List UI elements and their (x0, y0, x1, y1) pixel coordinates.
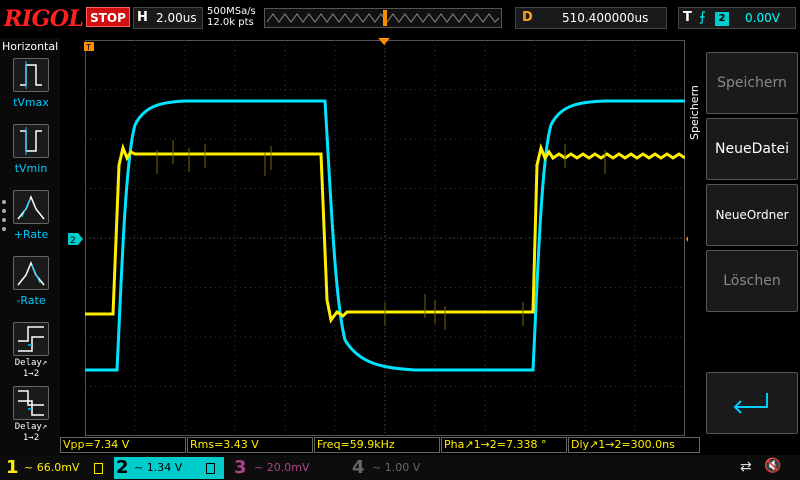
view-position-marker (383, 10, 387, 26)
channel-3-status[interactable]: 3 ~ 20.0mV (232, 457, 342, 479)
minus-rate-icon (13, 256, 49, 290)
delay-fall-icon (13, 386, 49, 420)
delay-fall-label: Delay↗ 1→2 (14, 422, 48, 443)
horizontal-label: H (137, 10, 148, 25)
waveform-grid (85, 40, 686, 436)
measurement-freq[interactable]: Freq=59.9kHz (314, 437, 440, 453)
memory-depth: 12.0k pts (207, 17, 254, 28)
enter-button[interactable] (706, 372, 798, 434)
plus-rate-label: +Rate (13, 228, 49, 241)
waveform-display[interactable] (85, 40, 686, 436)
channel-3-number: 3 (234, 457, 247, 478)
svg-text:T: T (85, 43, 91, 52)
enter-return-icon (733, 393, 768, 414)
measure-tvmax-button[interactable]: tVmax (3, 56, 59, 116)
memory-wave-preview (266, 10, 500, 26)
svg-text:2: 2 (70, 236, 76, 245)
speaker-muted-icon[interactable]: 🔇 (764, 458, 781, 474)
channel-2-number: 2 (116, 457, 129, 478)
memory-overview (264, 8, 502, 28)
measure-delay-rise-button[interactable]: Delay↗ 1→2 (3, 320, 59, 380)
trigger-position-marker (378, 38, 390, 45)
trigger-source: 2 (715, 12, 729, 26)
speichern-button[interactable]: Speichern (706, 52, 798, 114)
measure-plus-rate-button[interactable]: +Rate (3, 188, 59, 248)
run-stop-indicator[interactable]: STOP (86, 7, 130, 27)
trigger-level: 0.00V (745, 11, 780, 25)
usb-icon: ⇄ (740, 459, 752, 475)
timebase-value: 2.00us (156, 11, 197, 25)
panel-title: Horizontal (2, 40, 59, 53)
measurement-phase[interactable]: Pha↗1→2=7.338 ° (441, 437, 567, 453)
channel-1-number: 1 (6, 457, 19, 478)
channel-1-trace (85, 143, 686, 324)
delay-value: 510.400000us (562, 11, 649, 25)
loeschen-button[interactable]: Löschen (706, 250, 798, 312)
tvmax-label: tVmax (13, 96, 49, 109)
measure-tvmin-button[interactable]: tVmin (3, 122, 59, 182)
bandwidth-limit-icon (94, 463, 103, 474)
ch2-reference-marker: 2 (68, 233, 83, 245)
menu-title: Speichern (688, 85, 701, 141)
channel-2-status[interactable]: 2 ~ 1.34 V (114, 457, 224, 479)
channel-4-status[interactable]: 4 ~ 1.00 V (350, 457, 460, 479)
rigol-logo: RIGOL (4, 6, 84, 32)
channel-1-scale: ~ 66.0mV (24, 461, 80, 474)
measurement-rms[interactable]: Rms=3.43 V (187, 437, 313, 453)
measure-delay-fall-button[interactable]: Delay↗ 1→2 (3, 384, 59, 444)
delay-label: D (522, 10, 533, 25)
tvmax-icon (13, 58, 49, 92)
channel-status-bar: 1 ~ 66.0mV 2 ~ 1.34 V 3 ~ 20.0mV 4 ~ 1.0… (0, 455, 800, 480)
top-status-bar: RIGOL STOP H 2.00us 500MSa/s 12.0k pts D… (0, 0, 800, 38)
delay-rise-icon (13, 322, 49, 356)
timebase-box[interactable]: H 2.00us (133, 7, 203, 29)
measurement-vpp[interactable]: Vpp=7.34 V (60, 437, 186, 453)
bandwidth-limit-icon (206, 463, 215, 474)
tvmin-label: tVmin (14, 162, 48, 175)
trigger-box[interactable]: T ⨍ 2 0.00V (678, 7, 796, 29)
neue-ordner-button[interactable]: NeueOrdner (706, 184, 798, 246)
channel-3-scale: ~ 20.0mV (254, 461, 310, 474)
delay-rise-label: Delay↗ 1→2 (14, 358, 48, 379)
rising-edge-icon: ⨍ (699, 10, 706, 25)
measure-minus-rate-button[interactable]: -Rate (3, 254, 59, 314)
channel-4-number: 4 (352, 457, 365, 478)
ch1-reference-marker: T (84, 42, 94, 52)
measurement-delay[interactable]: Dly↗1→2=300.0ns (568, 437, 700, 453)
neue-datei-button[interactable]: NeueDatei (706, 118, 798, 180)
save-menu-panel: Speichern Speichern NeueDatei NeueOrdner… (688, 38, 800, 436)
delay-box[interactable]: D 510.400000us (515, 7, 667, 29)
sample-rate: 500MSa/s (207, 6, 256, 17)
plus-rate-icon (13, 190, 49, 224)
horizontal-measure-panel: Horizontal tVmax tVmin +Rate -Rate Delay… (0, 38, 60, 456)
channel-1-status[interactable]: 1 ~ 66.0mV (4, 457, 110, 479)
acquisition-info: 500MSa/s 12.0k pts (207, 6, 256, 28)
trigger-label: T (683, 10, 692, 25)
channel-2-scale: ~ 1.34 V (134, 461, 183, 474)
tvmin-icon (13, 124, 49, 158)
minus-rate-label: -Rate (16, 294, 46, 307)
channel-4-scale: ~ 1.00 V (372, 461, 421, 474)
